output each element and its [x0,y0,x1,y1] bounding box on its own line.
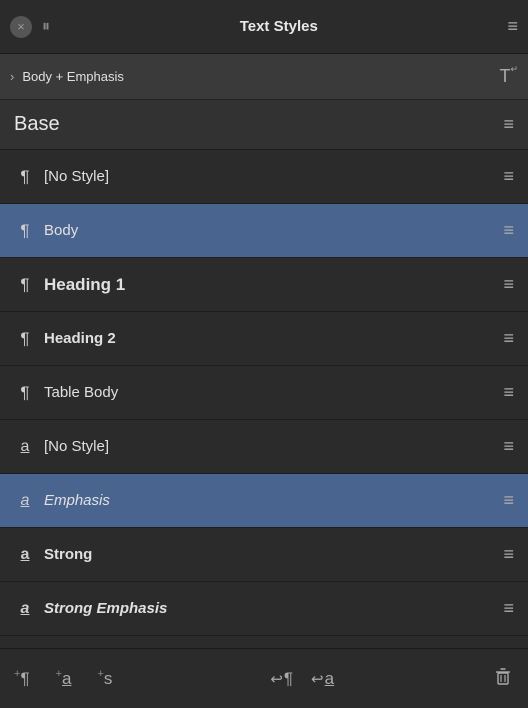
paragraph-icon [14,275,36,295]
style-item-label: Strong [44,546,503,563]
paragraph-icon [14,167,36,187]
style-item-menu-icon[interactable]: ≡ [503,166,514,187]
close-button[interactable]: × [10,16,32,38]
breadcrumb-label: Body + Emphasis [22,69,499,84]
pause-button[interactable]: ⏸ [42,18,50,36]
style-item-no-style-para[interactable]: [No Style] ≡ [0,150,528,204]
char-group-menu-icon[interactable]: ≡ [503,436,514,457]
paragraph-group-label: Base [14,113,503,136]
style-item-menu-icon[interactable]: ≡ [503,490,514,511]
add-character-style-button[interactable]: +a [56,669,72,689]
style-item-menu-icon[interactable]: ≡ [503,328,514,349]
style-item-heading1[interactable]: Heading 1 ≡ [0,258,528,312]
style-item-strong-emphasis[interactable]: a Strong Emphasis ≡ [0,582,528,636]
format-text-icon[interactable]: T↵ [499,66,518,87]
style-item-menu-icon[interactable]: ≡ [503,274,514,295]
character-icon: a [14,546,36,564]
paragraph-group-menu-icon[interactable]: ≡ [503,114,514,135]
character-icon: a [14,492,36,510]
style-item-label: Body [44,222,503,239]
style-item-emphasis[interactable]: a Emphasis ≡ [0,474,528,528]
breadcrumb-chevron-icon[interactable]: › [10,69,14,84]
style-item-label: Strong Emphasis [44,600,503,617]
add-style-button[interactable]: +s [97,669,112,689]
character-icon: a [14,438,36,456]
paragraph-group-header: Base ≡ [0,100,528,150]
style-item-label: Emphasis [44,492,503,509]
panel-title: Text Styles [50,18,507,35]
panel-menu-icon[interactable]: ≡ [507,16,518,37]
style-item-body[interactable]: Body ≡ [0,204,528,258]
style-item-label: [No Style] [44,168,503,185]
style-item-strong[interactable]: a Strong ≡ [0,528,528,582]
style-item-label: Heading 1 [44,275,503,295]
style-item-menu-icon[interactable]: ≡ [503,598,514,619]
move-to-paragraph-button[interactable]: ↩¶ [270,669,293,689]
paragraph-icon [14,329,36,349]
style-item-menu-icon[interactable]: ≡ [503,220,514,241]
char-group-label: [No Style] [44,438,503,455]
style-item-table-body[interactable]: Table Body ≡ [0,366,528,420]
breadcrumb-row: › Body + Emphasis T↵ [0,54,528,100]
style-item-menu-icon[interactable]: ≡ [503,382,514,403]
move-to-character-button[interactable]: ↩a [311,669,334,689]
delete-button[interactable] [492,665,514,693]
paragraph-icon [14,383,36,403]
title-bar: × ⏸ Text Styles ≡ [0,0,528,54]
style-list: Base ≡ [No Style] ≡ Body ≡ Heading 1 ≡ H… [0,100,528,636]
style-item-label: Heading 2 [44,330,503,347]
add-paragraph-style-button[interactable]: +¶ [14,669,30,689]
trash-icon [492,665,514,687]
style-item-label: Table Body [44,384,503,401]
character-icon: a [14,600,36,618]
bottom-toolbar: +¶ +a +s ↩¶ ↩a [0,648,528,708]
style-item-heading2[interactable]: Heading 2 ≡ [0,312,528,366]
close-icon: × [17,19,25,34]
char-group-header[interactable]: a [No Style] ≡ [0,420,528,474]
style-item-menu-icon[interactable]: ≡ [503,544,514,565]
paragraph-icon [14,221,36,241]
